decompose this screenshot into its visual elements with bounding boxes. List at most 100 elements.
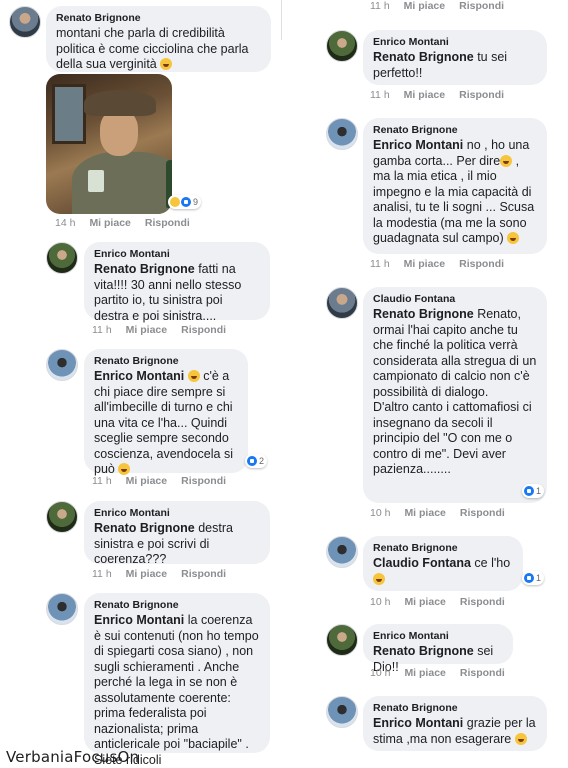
comment-timestamp[interactable]: 11 h: [370, 89, 390, 101]
reply-button[interactable]: Rispondi: [181, 568, 226, 580]
mention-link[interactable]: Renato Brignone: [373, 644, 474, 658]
comment-timestamp[interactable]: 11 h: [370, 258, 390, 270]
divider: [281, 0, 282, 40]
comment-text: Enrico Montani la coerenza è sui contenu…: [94, 613, 260, 768]
like-button[interactable]: Mi piace: [126, 475, 167, 487]
comment-actions: 10 h Mi piace Rispondi: [370, 667, 519, 679]
avatar[interactable]: [46, 349, 78, 381]
comment-author[interactable]: Enrico Montani: [94, 507, 260, 519]
like-reaction-icon: [524, 486, 534, 496]
like-reaction-icon: [524, 573, 534, 583]
like-button[interactable]: Mi piace: [404, 667, 445, 679]
comment-bubble: Renato Brignone Enrico Montani grazie pe…: [363, 696, 547, 751]
avatar[interactable]: [326, 30, 358, 62]
avatar[interactable]: [326, 696, 358, 728]
mention-link[interactable]: Renato Brignone: [373, 50, 474, 64]
reply-button[interactable]: Rispondi: [460, 596, 505, 608]
comment-bubble: Renato Brignone Enrico Montani no , ho u…: [363, 118, 547, 254]
reply-button[interactable]: Rispondi: [459, 0, 504, 12]
comment-actions: 11 h Mi piace Rispondi: [92, 475, 240, 487]
comment-author[interactable]: Renato Brignone: [373, 702, 537, 714]
comment-body: montani che parla di credibilità politic…: [56, 26, 249, 71]
comment-bubble: Renato Brignone Claudio Fontana ce l'ho: [363, 536, 523, 591]
like-button[interactable]: Mi piace: [126, 324, 167, 336]
comment-timestamp[interactable]: 11 h: [370, 0, 390, 12]
comment-timestamp[interactable]: 11 h: [92, 568, 112, 580]
comment-author[interactable]: Renato Brignone: [94, 599, 260, 611]
comment-timestamp[interactable]: 10 h: [370, 507, 390, 519]
comment-author[interactable]: Enrico Montani: [94, 248, 260, 260]
laughing-emoji-icon: [118, 463, 131, 475]
reply-button[interactable]: Rispondi: [145, 217, 190, 229]
like-button[interactable]: Mi piace: [404, 0, 445, 12]
comment-author[interactable]: Claudio Fontana: [373, 293, 537, 305]
like-button[interactable]: Mi piace: [126, 568, 167, 580]
comment-body: c'è a chi piace dire sempre si all'imbec…: [94, 369, 233, 476]
like-button[interactable]: Mi piace: [89, 217, 130, 229]
comment-text: Enrico Montani c'è a chi piace dire semp…: [94, 369, 238, 478]
comment-timestamp[interactable]: 14 h: [55, 217, 75, 229]
like-button[interactable]: Mi piace: [404, 596, 445, 608]
reaction-summary[interactable]: 1: [522, 484, 545, 498]
avatar[interactable]: [326, 624, 358, 656]
watermark: VerbaniaFocusOn: [6, 748, 140, 766]
comment-body: la coerenza è sui contenuti (non ho temp…: [94, 613, 259, 767]
like-reaction-icon: [247, 456, 257, 466]
comment-author[interactable]: Renato Brignone: [94, 355, 238, 367]
reply-button[interactable]: Rispondi: [459, 258, 504, 270]
mention-link[interactable]: Enrico Montani: [94, 369, 184, 383]
comment-timestamp[interactable]: 10 h: [370, 596, 390, 608]
reply-button[interactable]: Rispondi: [459, 89, 504, 101]
like-reaction-icon: [181, 197, 191, 207]
laughing-emoji-icon: [500, 154, 513, 167]
comment-bubble: Renato Brignone Enrico Montani c'è a chi…: [84, 349, 248, 476]
reply-button[interactable]: Rispondi: [460, 667, 505, 679]
avatar[interactable]: [326, 287, 358, 319]
comment-bubble: Enrico Montani Renato Brignone destra si…: [84, 501, 270, 566]
comment-body: D'altro canto i cattomafiosi ci insegnan…: [373, 400, 532, 476]
mention-link[interactable]: Enrico Montani: [373, 716, 463, 730]
comment-actions: 10 h Mi piace Rispondi: [370, 596, 519, 608]
comment-timestamp[interactable]: 11 h: [92, 324, 112, 336]
comment-text: Renato Brignone tu sei perfetto!!: [373, 50, 537, 81]
reply-button[interactable]: Rispondi: [460, 507, 505, 519]
comment-body: ce l'ho: [474, 556, 511, 570]
reply-button[interactable]: Rispondi: [181, 475, 226, 487]
avatar[interactable]: [46, 242, 78, 274]
avatar[interactable]: [9, 6, 41, 38]
mention-link[interactable]: Claudio Fontana: [373, 556, 471, 570]
comment-bubble: Enrico Montani Renato Brignone sei Dio!!: [363, 624, 513, 674]
comment-image[interactable]: [46, 74, 172, 214]
mention-link[interactable]: Renato Brignone: [94, 262, 195, 276]
avatar[interactable]: [46, 501, 78, 533]
avatar[interactable]: [326, 118, 358, 150]
comment-actions: 10 h Mi piace Rispondi: [370, 507, 519, 519]
like-button[interactable]: Mi piace: [404, 89, 445, 101]
reaction-summary[interactable]: 2: [245, 454, 268, 468]
mention-link[interactable]: Renato Brignone: [373, 307, 474, 321]
comment-actions: 11 h Mi piace Rispondi: [370, 89, 518, 101]
like-button[interactable]: Mi piace: [404, 507, 445, 519]
mention-link[interactable]: Enrico Montani: [94, 613, 184, 627]
reaction-summary[interactable]: 1: [522, 571, 545, 585]
comment-author[interactable]: Enrico Montani: [373, 630, 503, 642]
like-button[interactable]: Mi piace: [404, 258, 445, 270]
reaction-count: 9: [193, 197, 199, 207]
comment-author[interactable]: Enrico Montani: [373, 36, 537, 48]
comment-timestamp[interactable]: 10 h: [370, 667, 390, 679]
comment-author[interactable]: Renato Brignone: [373, 124, 537, 136]
reply-button[interactable]: Rispondi: [181, 324, 226, 336]
avatar[interactable]: [46, 593, 78, 625]
comment-timestamp[interactable]: 11 h: [92, 475, 112, 487]
comment-text: montani che parla di credibilità politic…: [56, 26, 261, 73]
grinning-emoji-icon: [373, 572, 385, 585]
comment-author[interactable]: Renato Brignone: [373, 542, 513, 554]
comment-author[interactable]: Renato Brignone: [56, 12, 261, 24]
comment-bubble: Renato Brignone montani che parla di cre…: [46, 6, 271, 72]
reaction-summary[interactable]: 9: [168, 195, 202, 209]
mention-link[interactable]: Renato Brignone: [94, 521, 195, 535]
comment-bubble: Renato Brignone Enrico Montani la coeren…: [84, 593, 270, 767]
mention-link[interactable]: Enrico Montani: [373, 138, 463, 152]
avatar[interactable]: [326, 536, 358, 568]
haha-reaction-icon: [170, 197, 180, 207]
